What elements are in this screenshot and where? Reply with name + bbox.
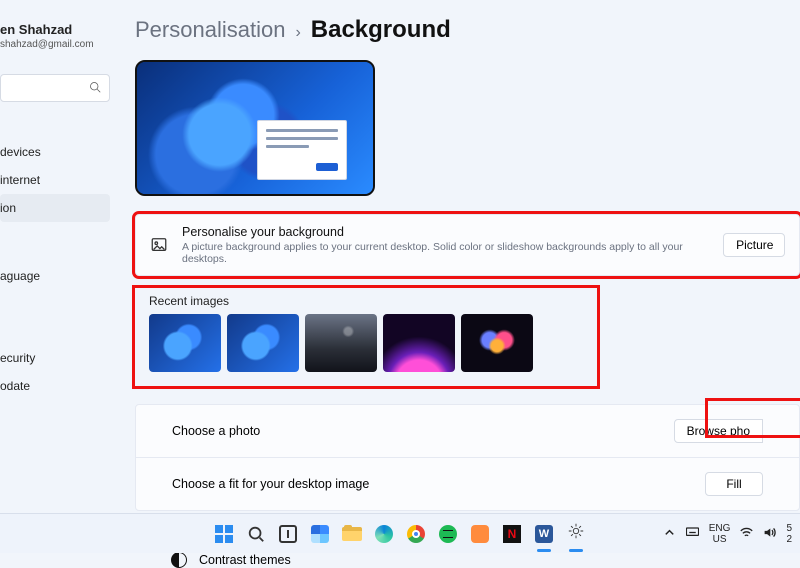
tray-chevron-icon[interactable] — [663, 526, 676, 542]
vpn-button[interactable] — [466, 520, 494, 548]
image-icon — [150, 236, 168, 254]
system-tray: ENG US 5 2 — [663, 514, 792, 554]
word-icon: W — [535, 525, 553, 543]
taskbar: N W ENG US 5 2 — [0, 513, 800, 553]
chevron-right-icon: › — [295, 24, 300, 42]
explorer-button[interactable] — [338, 520, 366, 548]
taskbar-search[interactable] — [242, 520, 270, 548]
sidebar-item-update[interactable]: odate — [0, 372, 110, 400]
recent-image-2[interactable] — [227, 314, 299, 372]
recent-image-5[interactable] — [461, 314, 533, 372]
clock[interactable]: 5 2 — [786, 523, 792, 545]
netflix-button[interactable]: N — [498, 520, 526, 548]
background-preview — [135, 60, 375, 196]
search-icon — [247, 525, 265, 543]
search-input[interactable] — [0, 74, 110, 102]
search-icon — [89, 81, 101, 96]
tray-time: 5 — [786, 523, 792, 534]
taskbar-center: N W — [210, 520, 590, 548]
account-name: en Shahzad — [0, 22, 110, 37]
lang-primary: ENG — [709, 523, 731, 534]
personalise-subtitle: A picture background applies to your cur… — [182, 241, 709, 265]
chrome-icon — [407, 525, 425, 543]
personalise-row[interactable]: Personalise your background A picture ba… — [136, 215, 799, 275]
shield-icon — [471, 525, 489, 543]
sidebar-item-language[interactable]: aguage — [0, 262, 110, 290]
sidebar-item-security[interactable]: ecurity — [0, 344, 110, 372]
netflix-icon: N — [503, 525, 521, 543]
sidebar-item-personalisation[interactable]: ion — [0, 194, 110, 222]
breadcrumb: Personalisation › Background — [135, 16, 800, 44]
window-mock — [257, 120, 347, 180]
choose-photo-row: Choose a photo Browse pho — [136, 405, 799, 457]
widgets-icon — [311, 525, 329, 543]
task-view-icon — [279, 525, 297, 543]
gear-icon — [567, 522, 585, 545]
sidebar-item-internet[interactable]: internet — [0, 166, 110, 194]
page-title: Background — [311, 16, 451, 44]
main-content: Personalisation › Background Personalise… — [135, 16, 800, 513]
recent-images-card: Recent images — [135, 288, 597, 386]
settings-button[interactable] — [562, 520, 590, 548]
sound-icon[interactable] — [763, 526, 776, 542]
ime-icon[interactable] — [686, 526, 699, 542]
windows-icon — [215, 525, 233, 543]
spotify-button[interactable] — [434, 520, 462, 548]
word-button[interactable]: W — [530, 520, 558, 548]
tray-date: 2 — [786, 534, 792, 545]
breadcrumb-parent[interactable]: Personalisation — [135, 17, 285, 43]
background-type-dropdown[interactable]: Picture — [723, 233, 785, 257]
personalise-background-card: Personalise your background A picture ba… — [135, 214, 800, 276]
chrome-button[interactable] — [402, 520, 430, 548]
language-indicator[interactable]: ENG US — [709, 523, 731, 545]
edge-button[interactable] — [370, 520, 398, 548]
sidebar-items: devices internet ion aguage ecurity odat… — [0, 138, 110, 400]
sidebar: en Shahzad shahzad@gmail.com devices int… — [0, 0, 110, 513]
fit-dropdown[interactable]: Fill — [705, 472, 763, 496]
choose-photo-label: Choose a photo — [172, 424, 260, 438]
recent-image-1[interactable] — [149, 314, 221, 372]
recent-images-title: Recent images — [149, 294, 583, 308]
contrast-icon — [171, 552, 187, 568]
folder-icon — [342, 527, 362, 541]
choose-fit-row: Choose a fit for your desktop image Fill — [136, 458, 799, 510]
widgets-button[interactable] — [306, 520, 334, 548]
start-button[interactable] — [210, 520, 238, 548]
highlight-browse — [708, 401, 800, 435]
options-card: Choose a photo Browse pho Choose a fit f… — [135, 404, 800, 511]
choose-fit-label: Choose a fit for your desktop image — [172, 477, 369, 491]
lang-secondary: US — [709, 534, 731, 545]
personalise-title: Personalise your background — [182, 225, 709, 239]
spotify-icon — [439, 525, 457, 543]
wifi-icon[interactable] — [740, 526, 753, 542]
sidebar-item-devices[interactable]: devices — [0, 138, 110, 166]
contrast-themes-label: Contrast themes — [199, 553, 291, 567]
recent-images-list — [149, 314, 583, 372]
edge-icon — [375, 525, 393, 543]
recent-image-4[interactable] — [383, 314, 455, 372]
recent-image-3[interactable] — [305, 314, 377, 372]
account-email: shahzad@gmail.com — [0, 39, 110, 50]
task-view-button[interactable] — [274, 520, 302, 548]
